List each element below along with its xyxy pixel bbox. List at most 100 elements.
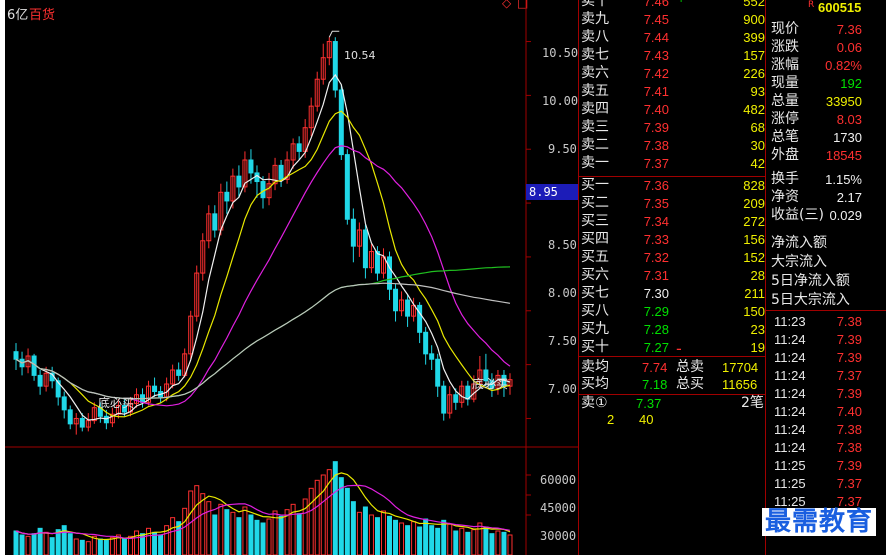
candle-down (260, 181, 266, 199)
volume-bar (146, 527, 152, 555)
sell-level-price: 7.40 (643, 102, 669, 117)
candle-down (350, 218, 356, 247)
volume-bar (453, 530, 459, 555)
watermark: 最需教育 (762, 508, 877, 536)
candle-down (338, 89, 344, 156)
volume-bar (344, 487, 350, 555)
tick-price: 7.38 (836, 314, 862, 329)
volume-bar (477, 522, 483, 555)
volume-bar (91, 535, 97, 555)
stat-value: 33950 (825, 94, 862, 109)
volume-bar (362, 506, 368, 555)
stat-value: 7.36 (836, 22, 862, 37)
high-price-label: 10.54 (344, 49, 376, 62)
buy-level-volume: 828 (743, 178, 765, 193)
flow-label[interactable]: 净流入额 (771, 236, 827, 250)
buy-level-price: 7.27 (643, 340, 669, 355)
buy-level-volume: 209 (743, 196, 765, 211)
candle-down (254, 172, 260, 183)
buy-level-price: 7.36 (643, 178, 669, 193)
buy-level-price: 7.30 (643, 286, 669, 301)
volume-bar (417, 526, 423, 555)
candle-down (362, 229, 368, 269)
price-tick: 10.00 (542, 94, 579, 108)
volume-bar (266, 518, 272, 555)
candle-down (417, 304, 423, 333)
candle-down (296, 143, 302, 152)
sell-level-price: 7.43 (643, 48, 669, 63)
last-trade-sub-b: 40 (639, 412, 654, 427)
volume-bar (13, 530, 19, 555)
buy-arrow: - (676, 339, 682, 358)
volume-bar (368, 514, 374, 555)
candle-down (393, 288, 399, 312)
price-tick: 10.50 (542, 46, 579, 60)
volume-bar (31, 533, 37, 555)
candle-down (103, 415, 109, 424)
volume-tick: 45000 (540, 501, 577, 515)
sell-level-price: 7.37 (643, 156, 669, 171)
volume-bar (489, 533, 495, 555)
volume-bar (25, 535, 31, 555)
avg-buy-price: 7.18 (642, 377, 668, 392)
volume-bar (441, 519, 447, 555)
last-trade-label: 卖① (581, 395, 608, 411)
total-buy-label: 总买 (676, 376, 704, 392)
buy-level-volume: 152 (743, 250, 765, 265)
volume-bar (224, 509, 230, 555)
volume-bar (435, 527, 441, 555)
volume-bar (200, 493, 206, 555)
stock-code[interactable]: 600515 (818, 1, 861, 14)
volume-bar (405, 525, 411, 555)
volume-bar (254, 519, 260, 555)
volume-bar (495, 530, 501, 555)
volume-bar (97, 538, 103, 555)
volume-bar (79, 539, 85, 555)
volume-bar (399, 522, 405, 555)
volume-bar (374, 517, 380, 555)
buy-level-volume: 28 (750, 268, 765, 283)
candle-down (224, 191, 230, 202)
sell-level-volume: 42 (750, 156, 765, 171)
volume-bar (278, 515, 284, 555)
volume-bar (483, 526, 489, 555)
volume-tick: 60000 (540, 473, 577, 487)
candle-down (248, 159, 254, 174)
buy-level-price: 7.29 (643, 304, 669, 319)
volume-bar (356, 511, 362, 555)
sell-level-volume: 93 (750, 84, 765, 99)
buy-level-volume: 156 (743, 232, 765, 247)
volume-bar (73, 538, 79, 555)
sell-level-price: 7.45 (643, 12, 669, 27)
buy-level-price: 7.34 (643, 214, 669, 229)
sell-level-price: 7.44 (643, 30, 669, 45)
buy-level-price: 7.31 (643, 268, 669, 283)
volume-bar (67, 533, 73, 555)
candle-down (332, 41, 338, 91)
candle-down (176, 369, 182, 376)
candle-down (61, 396, 67, 411)
candle-down (152, 385, 158, 393)
buy-level-price: 7.28 (643, 322, 669, 337)
last-trade-count: 2笔 (741, 395, 764, 411)
flow-label[interactable]: 5日净流入额 (771, 274, 850, 288)
sell-arrow: ↑ (677, 0, 685, 5)
last-trade-sub-a: 2 (607, 412, 615, 427)
buy-level-price: 7.33 (643, 232, 669, 247)
current-price-tag: 8.95 (526, 184, 579, 200)
volume-bar (447, 523, 453, 555)
flow-label[interactable]: 5日大宗流入 (771, 293, 850, 307)
volume-bar (429, 525, 435, 555)
volume-bar (218, 503, 224, 555)
volume-bar (194, 485, 200, 555)
tick-price: 7.39 (836, 332, 862, 347)
tick-price: 7.38 (836, 422, 862, 437)
flow-label[interactable]: 大宗流入 (771, 255, 827, 269)
volume-bar (465, 531, 471, 555)
candle-down (37, 374, 43, 387)
sell-level-volume: 157 (743, 48, 765, 63)
kline-chart[interactable] (5, 0, 580, 555)
volume-tick: 30000 (540, 529, 577, 543)
total-sell-value: 17704 (722, 360, 759, 375)
sell-level-price: 7.39 (643, 120, 669, 135)
